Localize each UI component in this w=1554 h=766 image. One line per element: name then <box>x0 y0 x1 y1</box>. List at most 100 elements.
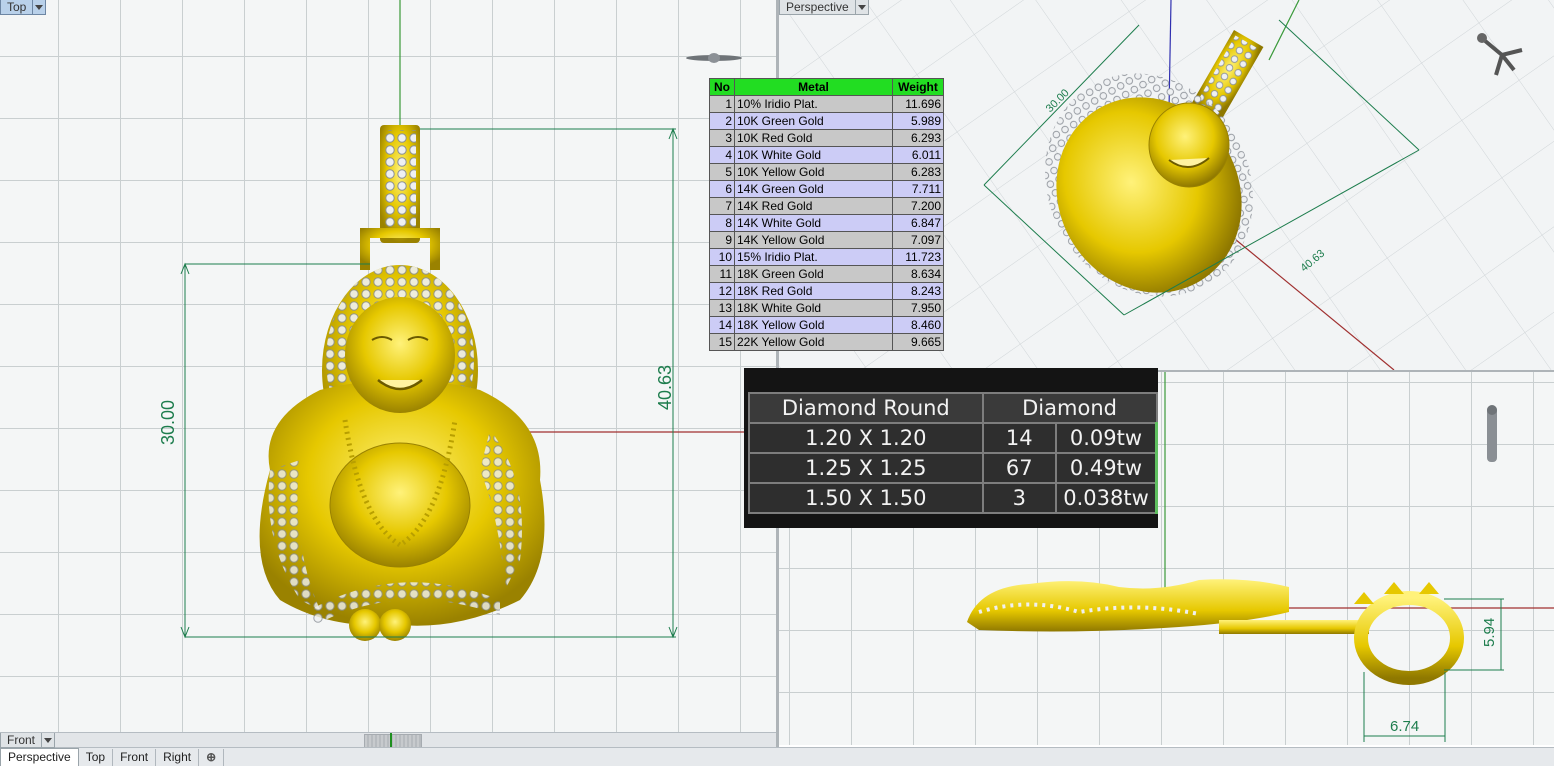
viewport-name[interactable]: Top <box>0 0 34 15</box>
metal-weight: 11.696 <box>892 95 944 113</box>
add-tab-icon[interactable]: ⊕ <box>199 749 225 766</box>
dropdown-arrow-icon[interactable] <box>42 733 56 748</box>
dimension-label: 6.74 <box>1390 718 1420 735</box>
diamond-summary-panel: Diamond Round Diamond 1.20 X 1.20 14 0.0… <box>744 368 1158 528</box>
table-row: 5 10K Yellow Gold 6.283 <box>709 163 944 181</box>
metal-name: 18K Green Gold <box>734 265 893 283</box>
diamond-count: 3 <box>981 482 1057 514</box>
table-row: 12 18K Red Gold 8.243 <box>709 282 944 300</box>
metal-name: 10K Green Gold <box>734 112 893 130</box>
tab-top[interactable]: Top <box>79 749 114 766</box>
dropdown-arrow-icon[interactable] <box>33 0 47 15</box>
metal-name: 14K Red Gold <box>734 197 893 215</box>
metal-name: 15% Iridio Plat. <box>734 248 893 266</box>
metal-name: 18K White Gold <box>734 299 893 317</box>
table-row: 6 14K Green Gold 7.711 <box>709 180 944 198</box>
viewport-tabs: Perspective Top Front Right ⊕ <box>0 747 1554 766</box>
metal-no: 7 <box>709 197 735 215</box>
table-row: 2 10K Green Gold 5.989 <box>709 112 944 130</box>
table-row: 4 10K White Gold 6.011 <box>709 146 944 164</box>
metal-weight: 7.711 <box>892 180 944 198</box>
metal-weight: 5.989 <box>892 112 944 130</box>
table-row: 7 14K Red Gold 7.200 <box>709 197 944 215</box>
metal-name: 18K Yellow Gold <box>734 316 893 334</box>
scroll-marker <box>390 733 392 747</box>
metal-name: 14K White Gold <box>734 214 893 232</box>
metal-no: 13 <box>709 299 735 317</box>
table-row: 13 18K White Gold 7.950 <box>709 299 944 317</box>
header-no: No <box>709 78 735 96</box>
dimension-label: 30.00 <box>158 399 178 445</box>
metal-name: 14K Green Gold <box>734 180 893 198</box>
metal-name: 10% Iridio Plat. <box>734 95 893 113</box>
metal-no: 14 <box>709 316 735 334</box>
metal-weight: 6.283 <box>892 163 944 181</box>
metal-weight: 8.460 <box>892 316 944 334</box>
navigation-figure-icon <box>686 53 742 63</box>
table-row: 14 18K Yellow Gold 8.460 <box>709 316 944 334</box>
metal-no: 6 <box>709 180 735 198</box>
tab-perspective[interactable]: Perspective <box>0 748 79 766</box>
metal-no: 10 <box>709 248 735 266</box>
diamond-size: 1.20 X 1.20 <box>748 422 984 454</box>
table-row: 15 22K Yellow Gold 9.665 <box>709 333 944 351</box>
tab-front[interactable]: Front <box>113 749 157 766</box>
metal-name: 18K Red Gold <box>734 282 893 300</box>
diamond-size: 1.50 X 1.50 <box>748 482 984 514</box>
metal-weight: 6.293 <box>892 129 944 147</box>
metal-weight: 7.097 <box>892 231 944 249</box>
metal-no: 1 <box>709 95 735 113</box>
metal-no: 4 <box>709 146 735 164</box>
metal-no: 9 <box>709 231 735 249</box>
front-viewport-bar[interactable]: Front <box>0 732 776 748</box>
perspective-viewport-label[interactable]: Perspective <box>779 0 869 15</box>
diamond-header-right: Diamond <box>981 392 1158 424</box>
metal-name: 10K Red Gold <box>734 129 893 147</box>
metal-weight: 8.634 <box>892 265 944 283</box>
top-viewport-label[interactable]: Top <box>0 0 47 15</box>
metal-no: 2 <box>709 112 735 130</box>
metal-no: 3 <box>709 129 735 147</box>
metal-no: 12 <box>709 282 735 300</box>
diamond-count: 67 <box>981 452 1057 484</box>
metal-name: 14K Yellow Gold <box>734 231 893 249</box>
front-viewport-label[interactable]: Front <box>0 733 56 748</box>
table-row: 10 15% Iridio Plat. 11.723 <box>709 248 944 266</box>
metal-weight: 7.200 <box>892 197 944 215</box>
table-row: 3 10K Red Gold 6.293 <box>709 129 944 147</box>
metal-no: 8 <box>709 214 735 232</box>
metal-no: 5 <box>709 163 735 181</box>
diamond-table: Diamond Round Diamond 1.20 X 1.20 14 0.0… <box>748 392 1158 514</box>
metal-name: 22K Yellow Gold <box>734 333 893 351</box>
dropdown-arrow-icon[interactable] <box>855 0 869 15</box>
diamond-weight: 0.038tw <box>1054 482 1158 514</box>
diamond-size: 1.25 X 1.25 <box>748 452 984 484</box>
top-viewport[interactable]: Top 30.00 40.63 <box>0 0 776 732</box>
viewport-name[interactable]: Front <box>0 733 43 748</box>
metal-weight-table: No Metal Weight 1 10% Iridio Plat. 11.696 2… <box>709 78 944 351</box>
diamond-count: 14 <box>981 422 1057 454</box>
metal-weight: 9.665 <box>892 333 944 351</box>
navigation-figure-icon <box>1487 405 1497 462</box>
metal-weight: 11.723 <box>892 248 944 266</box>
metal-weight: 6.847 <box>892 214 944 232</box>
dimension-label: 5.94 <box>1481 617 1498 647</box>
metal-weight: 8.243 <box>892 282 944 300</box>
header-metal: Metal <box>734 78 893 96</box>
diamond-weight: 0.49tw <box>1054 452 1158 484</box>
metal-weight: 7.950 <box>892 299 944 317</box>
header-weight: Weight <box>892 78 944 96</box>
dimension-label: 40.63 <box>655 364 675 410</box>
metal-no: 15 <box>709 333 735 351</box>
table-row: 9 14K Yellow Gold 7.097 <box>709 231 944 249</box>
table-row: 1 10% Iridio Plat. 11.696 <box>709 95 944 113</box>
diamond-weight: 0.09tw <box>1054 422 1158 454</box>
diamond-header-left: Diamond Round <box>748 392 984 424</box>
table-row: 8 14K White Gold 6.847 <box>709 214 944 232</box>
tab-right[interactable]: Right <box>156 749 200 766</box>
metal-name: 10K Yellow Gold <box>734 163 893 181</box>
metal-name: 10K White Gold <box>734 146 893 164</box>
metal-no: 11 <box>709 265 735 283</box>
scrollbar-thumb[interactable] <box>364 734 422 748</box>
viewport-name[interactable]: Perspective <box>779 0 856 15</box>
